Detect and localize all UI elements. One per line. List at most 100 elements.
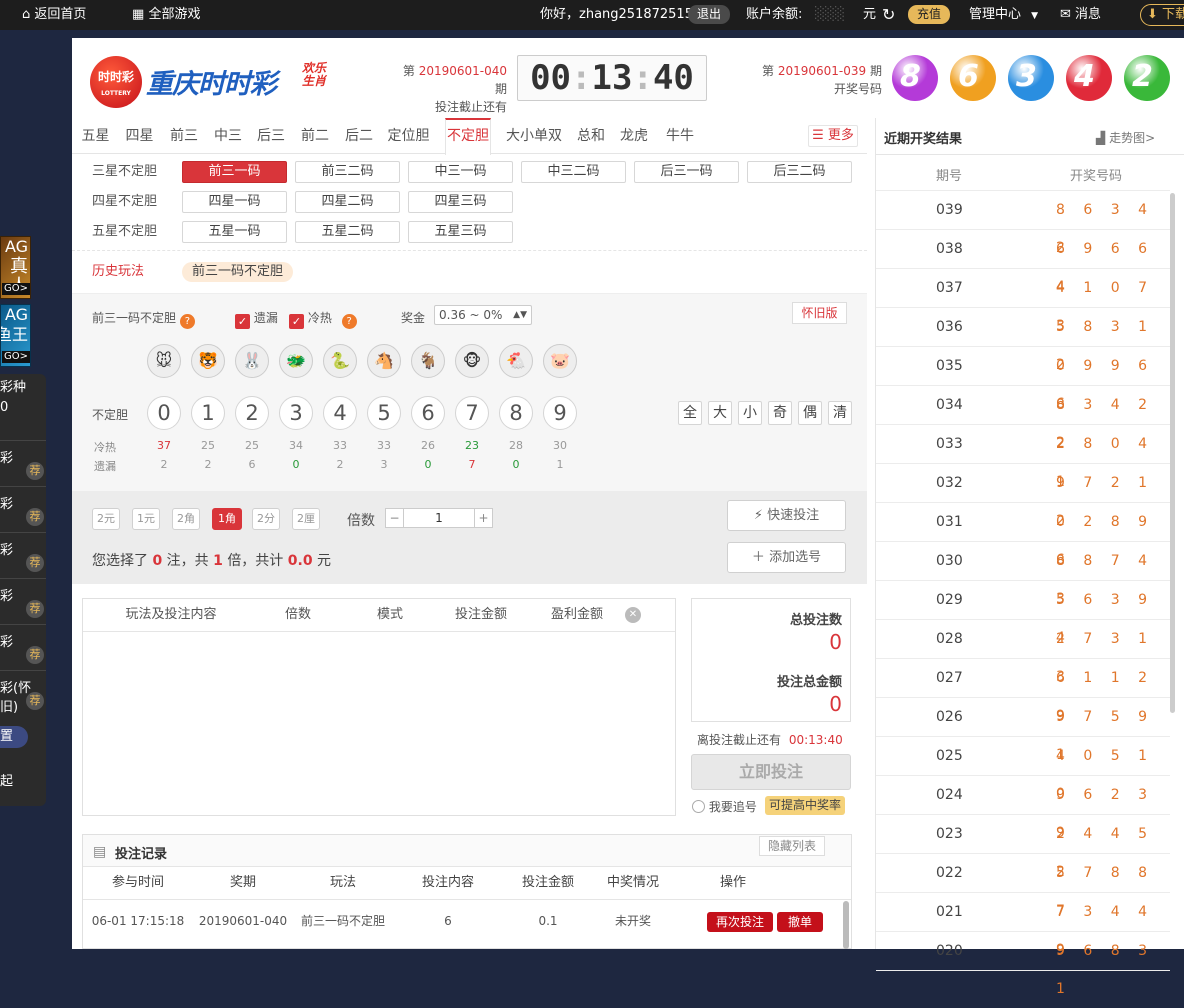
tab-0[interactable]: 五星 bbox=[80, 118, 111, 154]
zodiac-8-icon[interactable]: 🐔 bbox=[499, 344, 533, 378]
hide-list-button[interactable]: 隐藏列表 bbox=[759, 836, 825, 856]
clear-cart-icon[interactable]: ✕ bbox=[625, 607, 641, 623]
side-menu-item[interactable]: 彩荐 bbox=[0, 624, 46, 670]
ag-live-promo[interactable]: AG 真人 GO> bbox=[0, 236, 31, 299]
omit-toggle[interactable]: ✓ 遗漏 bbox=[235, 309, 278, 329]
records-scrollbar[interactable] bbox=[843, 901, 849, 949]
zodiac-9-icon[interactable]: 🐷 bbox=[543, 344, 577, 378]
play-option-button[interactable]: 后三二码 bbox=[747, 161, 852, 183]
prize-select[interactable]: 0.36 ~ 0% ▲▼ bbox=[434, 305, 532, 325]
help-icon[interactable]: ? bbox=[179, 314, 195, 329]
side-menu-item[interactable]: 彩荐 bbox=[0, 440, 46, 486]
side-menu-item[interactable]: 彩荐 bbox=[0, 578, 46, 624]
zodiac-2-icon[interactable]: 🐰 bbox=[235, 344, 269, 378]
settings-item[interactable]: 置 bbox=[0, 726, 28, 748]
tab-9[interactable]: 大小单双 bbox=[503, 118, 565, 154]
rebet-button[interactable]: 再次投注 bbox=[707, 912, 773, 932]
side-menu-item[interactable]: 彩荐 bbox=[0, 532, 46, 578]
number-ball[interactable]: 3 bbox=[279, 396, 313, 430]
quick-select-button[interactable]: 小 bbox=[738, 401, 762, 425]
plus-button[interactable]: + bbox=[474, 509, 492, 527]
refresh-icon[interactable]: ↻ bbox=[882, 0, 895, 30]
tab-8[interactable]: 不定胆 bbox=[445, 118, 491, 155]
unit-button[interactable]: 2分 bbox=[252, 508, 280, 530]
tab-12[interactable]: 牛牛 bbox=[664, 118, 696, 154]
quick-select-button[interactable]: 大 bbox=[708, 401, 732, 425]
play-option-button[interactable]: 后三一码 bbox=[634, 161, 739, 183]
zodiac-6-icon[interactable]: 🐐 bbox=[411, 344, 445, 378]
download-button[interactable]: ⬇ 下载 bbox=[1140, 4, 1184, 26]
classic-version-button[interactable]: 怀旧版 bbox=[792, 302, 847, 324]
zodiac-5-icon[interactable]: 🐴 bbox=[367, 344, 401, 378]
tab-1[interactable]: 四星 bbox=[123, 118, 156, 154]
tab-2[interactable]: 前三 bbox=[168, 118, 200, 154]
side-menu-item[interactable]: 彩(怀旧) 荐 bbox=[0, 670, 46, 716]
cancel-bet-button[interactable]: 撤单 bbox=[777, 912, 823, 932]
unit-button[interactable]: 2厘 bbox=[292, 508, 320, 530]
play-option-button[interactable]: 中三一码 bbox=[408, 161, 513, 183]
more-button[interactable]: ☰ 更多 bbox=[808, 125, 858, 147]
play-option-button[interactable]: 四星二码 bbox=[295, 191, 400, 213]
help-icon[interactable]: ? bbox=[341, 314, 357, 329]
unit-button[interactable]: 1角 bbox=[212, 508, 242, 530]
number-ball[interactable]: 4 bbox=[323, 396, 357, 430]
quick-select-button[interactable]: 奇 bbox=[768, 401, 792, 425]
number-ball[interactable]: 2 bbox=[235, 396, 269, 430]
zodiac-7-icon[interactable]: 🐵 bbox=[455, 344, 489, 378]
play-option-button[interactable]: 四星一码 bbox=[182, 191, 287, 213]
submit-bet-button[interactable]: 立即投注 bbox=[691, 754, 851, 790]
all-games-link[interactable]: ▦ 全部游戏 bbox=[132, 0, 200, 30]
number-ball[interactable]: 5 bbox=[367, 396, 401, 430]
zodiac-3-icon[interactable]: 🐲 bbox=[279, 344, 313, 378]
quick-select-button[interactable]: 偶 bbox=[798, 401, 822, 425]
side-menu-item[interactable]: 0 bbox=[0, 394, 46, 440]
play-option-button[interactable]: 前三一码 bbox=[182, 161, 287, 183]
unit-button[interactable]: 1元 bbox=[132, 508, 160, 530]
zodiac-1-icon[interactable]: 🐯 bbox=[191, 344, 225, 378]
trend-link[interactable]: ▟ 走势图> bbox=[1096, 129, 1155, 146]
tab-5[interactable]: 前二 bbox=[299, 118, 331, 154]
number-ball[interactable]: 8 bbox=[499, 396, 533, 430]
number-ball[interactable]: 1 bbox=[191, 396, 225, 430]
zodiac-4-icon[interactable]: 🐍 bbox=[323, 344, 357, 378]
chase-toggle[interactable]: 我要追号 bbox=[692, 798, 757, 815]
minus-button[interactable]: − bbox=[386, 509, 404, 527]
home-link[interactable]: ⌂ 返回首页 bbox=[22, 0, 86, 30]
unit-button[interactable]: 2元 bbox=[92, 508, 120, 530]
quick-select-button[interactable]: 全 bbox=[678, 401, 702, 425]
number-ball[interactable]: 9 bbox=[543, 396, 577, 430]
tab-10[interactable]: 总和 bbox=[576, 118, 606, 154]
quick-bet-button[interactable]: ⚡ 快速投注 bbox=[727, 500, 846, 531]
zodiac-0-icon[interactable]: 🐭 bbox=[147, 344, 181, 378]
number-ball[interactable]: 0 bbox=[147, 396, 181, 430]
tab-4[interactable]: 后三 bbox=[255, 118, 287, 154]
add-pick-button[interactable]: ＋ 添加选号 bbox=[727, 542, 846, 573]
recharge-button[interactable]: 充值 bbox=[908, 5, 951, 24]
ag-fish-promo[interactable]: AG 捕鱼王 GO> bbox=[0, 304, 31, 367]
admin-center-menu[interactable]: 管理中心 ▼ bbox=[969, 0, 1038, 30]
hotcold-toggle[interactable]: ✓ 冷热 ? bbox=[289, 309, 357, 329]
tab-6[interactable]: 后二 bbox=[343, 118, 375, 154]
play-option-button[interactable]: 五星一码 bbox=[182, 221, 287, 243]
play-option-button[interactable]: 四星三码 bbox=[408, 191, 513, 213]
number-ball[interactable]: 6 bbox=[411, 396, 445, 430]
play-option-button[interactable]: 五星三码 bbox=[408, 221, 513, 243]
multiplier-input[interactable]: 1 bbox=[404, 509, 474, 527]
play-option-button[interactable]: 前三二码 bbox=[295, 161, 400, 183]
results-scrollbar[interactable] bbox=[1170, 193, 1175, 713]
collapse-item[interactable]: 起 bbox=[0, 770, 13, 789]
number-ball[interactable]: 7 bbox=[455, 396, 489, 430]
history-play-chip[interactable]: 前三一码不定胆 bbox=[182, 262, 294, 282]
multiplier-stepper[interactable]: − 1 + bbox=[385, 508, 493, 528]
tab-7[interactable]: 定位胆 bbox=[386, 118, 431, 154]
side-menu-item[interactable]: 彩荐 bbox=[0, 486, 46, 532]
play-option-button[interactable]: 中三二码 bbox=[521, 161, 626, 183]
quick-select-button[interactable]: 清 bbox=[828, 401, 852, 425]
tab-11[interactable]: 龙虎 bbox=[618, 118, 650, 154]
messages-link[interactable]: ✉ 消息 bbox=[1060, 0, 1101, 30]
side-menu-item[interactable]: 彩种 bbox=[0, 374, 46, 395]
tab-3[interactable]: 中三 bbox=[212, 118, 244, 154]
play-option-button[interactable]: 五星二码 bbox=[295, 221, 400, 243]
logout-button[interactable]: 退出 bbox=[688, 5, 731, 24]
unit-button[interactable]: 2角 bbox=[172, 508, 200, 530]
